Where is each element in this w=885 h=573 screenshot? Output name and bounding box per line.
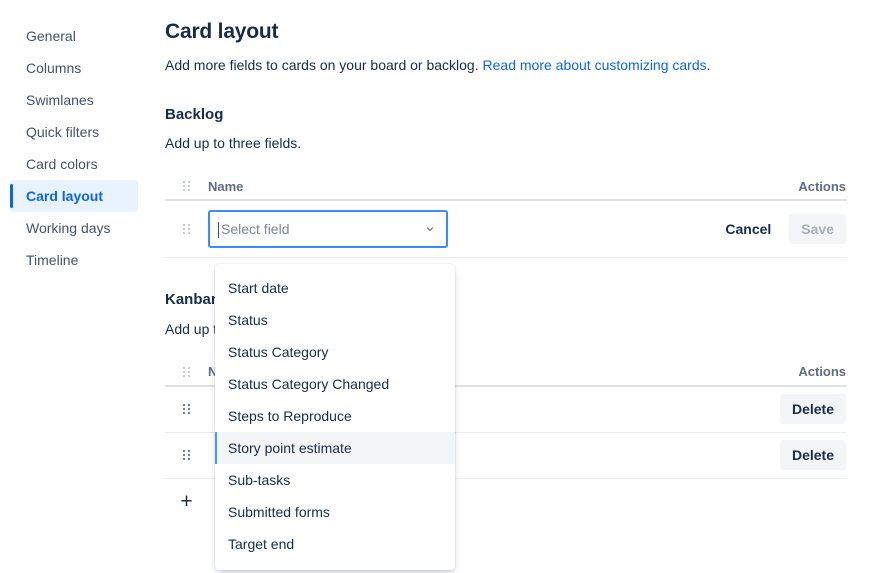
page-description-period: .: [707, 57, 711, 73]
dropdown-option-steps-to-reproduce[interactable]: Steps to Reproduce: [215, 400, 455, 432]
delete-button[interactable]: Delete: [780, 440, 846, 470]
backlog-column-name: Name: [208, 179, 726, 194]
sidebar-item-swimlanes[interactable]: Swimlanes: [10, 84, 138, 116]
backlog-section-title: Backlog: [165, 106, 885, 123]
backlog-section-description: Add up to three fields.: [165, 135, 885, 151]
dropdown-option-label: Sub-tasks: [228, 472, 290, 488]
drag-handle-icon: [183, 404, 190, 414]
sidebar-item-quick-filters[interactable]: Quick filters: [10, 116, 138, 148]
drag-handle-icon: [183, 450, 190, 460]
delete-button[interactable]: Delete: [780, 394, 846, 424]
save-button: Save: [789, 214, 846, 244]
sidebar-item-label: General: [26, 28, 76, 44]
backlog-table-header: Name Actions: [165, 173, 847, 201]
dropdown-option-submitted-forms[interactable]: Submitted forms: [215, 496, 455, 528]
kanban-column-actions: Actions: [726, 364, 847, 379]
cancel-button[interactable]: Cancel: [715, 215, 781, 243]
sidebar-item-label: Timeline: [26, 252, 78, 268]
field-select-input[interactable]: Select field: [208, 210, 448, 248]
dropdown-option-label: Submitted forms: [228, 504, 330, 520]
dropdown-option-label: Target end: [228, 536, 294, 552]
sidebar-item-label: Columns: [26, 60, 81, 76]
dropdown-option-label: Story point estimate: [228, 440, 352, 456]
sidebar-item-general[interactable]: General: [10, 20, 138, 52]
page-title: Card layout: [165, 20, 885, 44]
row-drag-handle[interactable]: [165, 224, 208, 234]
sidebar-item-card-layout[interactable]: Card layout: [10, 180, 138, 212]
settings-sidebar: General Columns Swimlanes Quick filters …: [0, 0, 150, 573]
sidebar-item-label: Quick filters: [26, 124, 99, 140]
sidebar-item-timeline[interactable]: Timeline: [10, 244, 138, 276]
dropdown-option-start-date[interactable]: Start date: [215, 272, 455, 304]
dropdown-option-label: Start date: [228, 280, 289, 296]
drag-handle-icon: [183, 181, 190, 191]
dropdown-option-label: Status Category: [228, 344, 328, 360]
drag-handle-column: [165, 367, 208, 377]
dropdown-option-story-point-estimate[interactable]: Story point estimate: [215, 432, 455, 464]
add-field-cell: +: [165, 487, 208, 517]
page-description: Add more fields to cards on your board o…: [165, 57, 885, 73]
dropdown-option-target-end[interactable]: Target end: [215, 528, 455, 560]
drag-handle-icon: [183, 224, 190, 234]
field-select-placeholder: Select field: [221, 221, 289, 237]
dropdown-option-status-category[interactable]: Status Category: [215, 336, 455, 368]
chevron-down-icon[interactable]: [424, 223, 436, 235]
add-field-button[interactable]: +: [172, 487, 202, 517]
backlog-row-actions: Cancel Save: [715, 214, 847, 244]
text-cursor: [218, 222, 219, 238]
kanban-row-actions: Delete: [726, 440, 847, 470]
sidebar-item-label: Swimlanes: [26, 92, 94, 108]
dropdown-option-label: Steps to Reproduce: [228, 408, 352, 424]
drag-handle-icon: [183, 367, 190, 377]
sidebar-item-columns[interactable]: Columns: [10, 52, 138, 84]
customizing-cards-link[interactable]: Read more about customizing cards: [483, 57, 707, 73]
dropdown-option-status-category-changed[interactable]: Status Category Changed: [215, 368, 455, 400]
row-drag-handle[interactable]: [165, 450, 208, 460]
sidebar-item-card-colors[interactable]: Card colors: [10, 148, 138, 180]
dropdown-option-status[interactable]: Status: [215, 304, 455, 336]
backlog-new-field-row: Select field Cancel Save: [165, 201, 847, 258]
page-description-text: Add more fields to cards on your board o…: [165, 57, 483, 73]
backlog-field-select-cell: Select field: [208, 210, 715, 248]
drag-handle-column: [165, 181, 208, 191]
field-select-dropdown: Start date Status Status Category Status…: [215, 264, 455, 570]
kanban-row-actions: Delete: [726, 394, 847, 424]
dropdown-option-label: Status: [228, 312, 268, 328]
backlog-column-actions: Actions: [726, 179, 847, 194]
dropdown-option-sub-tasks[interactable]: Sub-tasks: [215, 464, 455, 496]
backlog-table: Name Actions Select field: [165, 173, 847, 258]
dropdown-option-label: Status Category Changed: [228, 376, 389, 392]
sidebar-item-label: Card colors: [26, 156, 98, 172]
sidebar-item-working-days[interactable]: Working days: [10, 212, 138, 244]
sidebar-item-label: Working days: [26, 220, 111, 236]
row-drag-handle[interactable]: [165, 404, 208, 414]
sidebar-item-label: Card layout: [26, 188, 103, 204]
